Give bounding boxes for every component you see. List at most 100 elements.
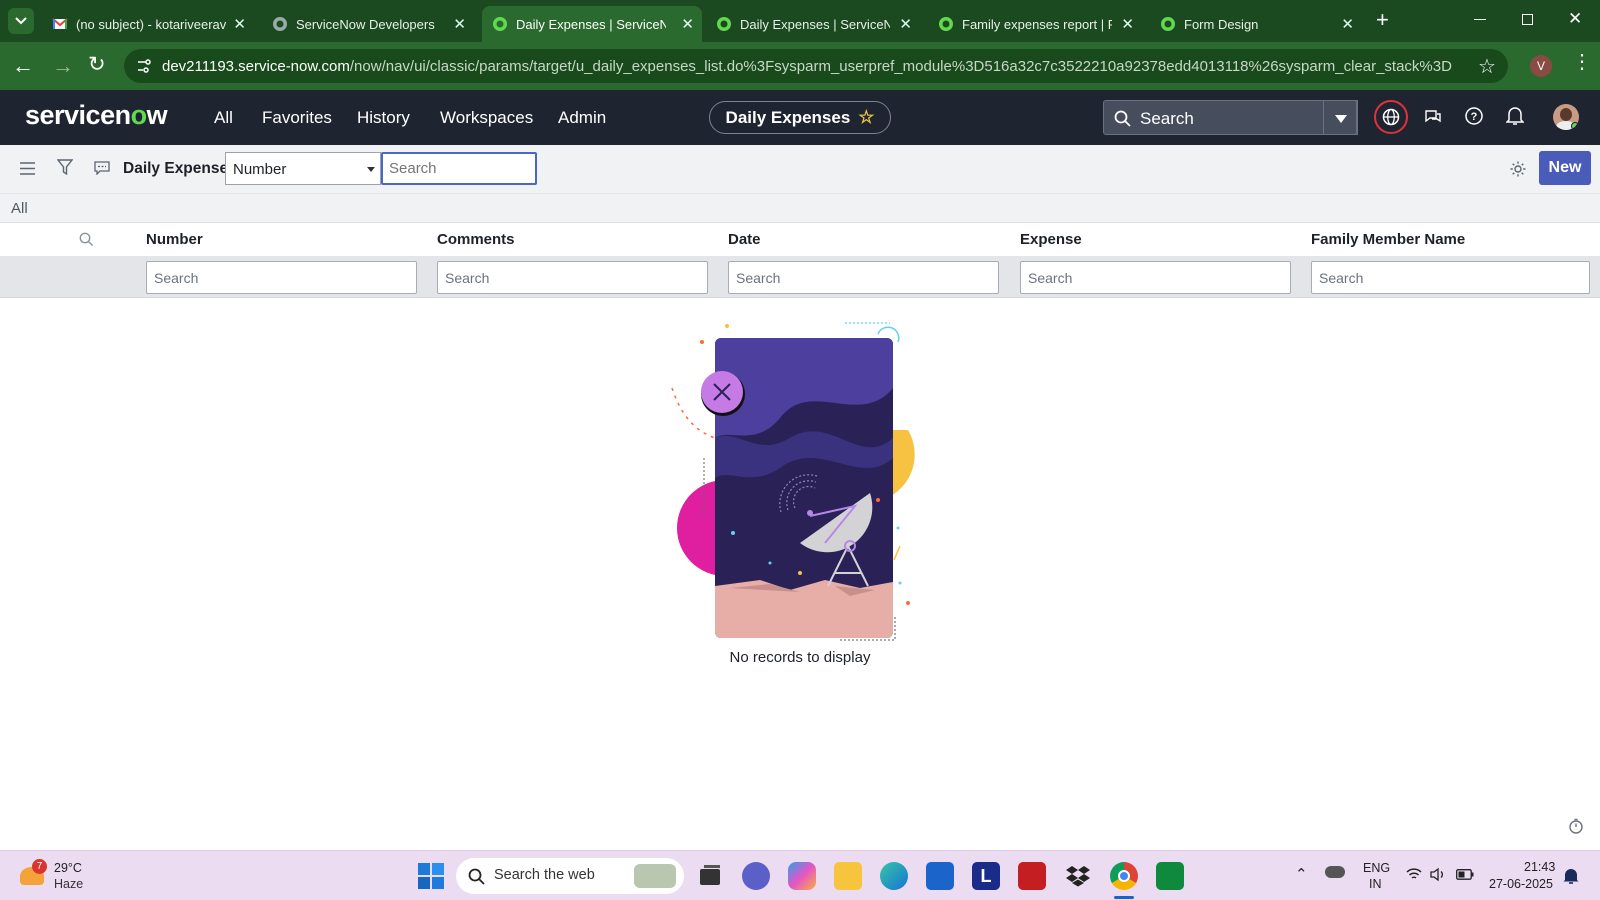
active-app-indicator xyxy=(1114,896,1134,899)
close-tab-icon[interactable]: ✕ xyxy=(1121,15,1134,33)
volume-icon[interactable] xyxy=(1430,867,1446,882)
column-header-number[interactable]: Number xyxy=(146,231,203,248)
browser-tab-daily-expenses-active[interactable]: Daily Expenses | ServiceNow ✕ xyxy=(482,6,702,42)
filter-icon[interactable] xyxy=(57,159,73,176)
servicenow-icon xyxy=(717,17,731,31)
filter-input-number[interactable]: Search xyxy=(146,261,417,294)
column-header-date[interactable]: Date xyxy=(728,231,761,248)
nav-admin[interactable]: Admin xyxy=(558,108,606,128)
field-select[interactable]: Number xyxy=(225,152,381,185)
notification-center-icon[interactable] xyxy=(1563,867,1579,885)
column-header-family-member-name[interactable]: Family Member Name xyxy=(1311,231,1465,248)
wifi-icon[interactable] xyxy=(1406,868,1422,881)
breadcrumb-all[interactable]: All xyxy=(11,200,28,217)
chat-icon[interactable] xyxy=(1424,108,1442,126)
url-path: /now/nav/ui/classic/params/target/u_dail… xyxy=(349,58,1452,75)
close-window-icon[interactable]: ✕ xyxy=(1568,9,1582,29)
forward-arrow-icon[interactable]: → xyxy=(52,53,74,79)
microsoft-store-icon[interactable] xyxy=(926,862,954,890)
reload-icon[interactable]: ↻ xyxy=(88,52,106,77)
nav-history[interactable]: History xyxy=(357,108,410,128)
servicenow-logo[interactable]: servicenow xyxy=(25,100,168,131)
search-icon xyxy=(468,868,485,885)
browser-menu-icon[interactable]: ⋮ xyxy=(1572,52,1592,72)
mcafee-icon[interactable] xyxy=(1018,862,1046,890)
chrome-icon[interactable] xyxy=(1110,862,1138,890)
hamburger-menu-icon[interactable] xyxy=(20,162,35,175)
onedrive-sync-icon[interactable] xyxy=(1325,866,1345,878)
breadcrumb: All xyxy=(0,193,1600,223)
close-tab-icon[interactable]: ✕ xyxy=(899,15,912,33)
user-avatar[interactable] xyxy=(1553,104,1579,130)
minimize-window-icon[interactable] xyxy=(1474,19,1486,20)
list-title: Daily Expenses xyxy=(123,160,237,177)
profile-avatar[interactable]: V xyxy=(1530,55,1552,77)
filter-placeholder: Search xyxy=(736,270,781,286)
nav-workspaces[interactable]: Workspaces xyxy=(440,108,533,128)
globe-icon[interactable] xyxy=(1374,100,1408,134)
task-view-icon[interactable] xyxy=(696,862,724,890)
svg-text:?: ? xyxy=(1471,111,1478,123)
search-highlight-image xyxy=(634,864,676,888)
address-bar[interactable]: dev211193.service-now.com/now/nav/ui/cla… xyxy=(124,49,1508,83)
language-indicator-line2[interactable]: IN xyxy=(1369,877,1382,891)
clock-date[interactable]: 27-06-2025 xyxy=(1489,877,1553,891)
field-select-value: Number xyxy=(233,161,287,178)
new-button[interactable]: New xyxy=(1539,151,1591,185)
filter-input-date[interactable]: Search xyxy=(728,261,999,294)
tab-title: Family expenses report | Re xyxy=(962,16,1112,32)
settings-gear-icon[interactable] xyxy=(1509,160,1527,178)
windows-start-icon[interactable] xyxy=(418,863,444,889)
nav-favorites[interactable]: Favorites xyxy=(262,108,332,128)
global-search-input[interactable]: Search xyxy=(1103,100,1358,135)
browser-tab-gmail[interactable]: (no subject) - kotariveerave ✕ xyxy=(42,6,254,42)
tab-title: ServiceNow Developers xyxy=(296,16,435,32)
dropbox-icon[interactable] xyxy=(1064,862,1092,890)
list-search-input[interactable] xyxy=(381,152,537,185)
l-app-icon[interactable]: L xyxy=(972,862,1000,890)
filter-input-family-member-name[interactable]: Search xyxy=(1311,261,1590,294)
tab-search-icon[interactable] xyxy=(8,8,34,34)
browser-tab-servicenow-developers[interactable]: ServiceNow Developers ✕ xyxy=(262,6,474,42)
edge-browser-icon[interactable] xyxy=(880,862,908,890)
filter-input-comments[interactable]: Search xyxy=(437,261,708,294)
browser-tab-form-design[interactable]: Form Design ✕ xyxy=(1150,6,1362,42)
url-text: dev211193.service-now.com/now/nav/ui/cla… xyxy=(162,58,1452,75)
browser-tab-family-expenses-report[interactable]: Family expenses report | Re ✕ xyxy=(928,6,1142,42)
filter-placeholder: Search xyxy=(1028,270,1073,286)
column-header-comments[interactable]: Comments xyxy=(437,231,515,248)
close-tab-icon[interactable]: ✕ xyxy=(453,15,466,33)
restore-window-icon[interactable] xyxy=(1522,14,1533,25)
help-icon[interactable]: ? xyxy=(1464,106,1484,126)
column-search-toggle-icon[interactable] xyxy=(79,232,94,247)
browser-tab-daily-expenses[interactable]: Daily Expenses | ServiceNow ✕ xyxy=(706,6,920,42)
bookmark-star-icon[interactable]: ☆ xyxy=(1478,54,1496,79)
empty-state-illustration xyxy=(671,322,915,641)
list-actions-icon[interactable] xyxy=(94,161,110,175)
site-settings-icon[interactable] xyxy=(136,58,152,74)
notifications-bell-icon[interactable] xyxy=(1506,106,1524,126)
copilot-icon[interactable] xyxy=(788,862,816,890)
column-header-expense[interactable]: Expense xyxy=(1020,231,1082,248)
favorite-star-icon[interactable]: ☆ xyxy=(858,107,874,128)
show-hidden-icons-chevron[interactable]: ⌃ xyxy=(1295,865,1308,883)
filter-input-expense[interactable]: Search xyxy=(1020,261,1291,294)
taskbar-search-box[interactable]: Search the web xyxy=(456,858,684,894)
nav-all[interactable]: All xyxy=(214,108,233,128)
context-title-pill[interactable]: Daily Expenses ☆ xyxy=(709,101,891,134)
weather-widget[interactable]: 7 29°C Haze xyxy=(18,859,128,893)
chart-app-icon[interactable] xyxy=(1156,862,1184,890)
response-time-icon[interactable] xyxy=(1568,818,1584,834)
battery-icon[interactable] xyxy=(1456,869,1474,880)
close-tab-icon[interactable]: ✕ xyxy=(681,15,694,33)
new-tab-button[interactable]: + xyxy=(1376,8,1389,32)
clock-time[interactable]: 21:43 xyxy=(1524,860,1555,874)
language-indicator-line1[interactable]: ENG xyxy=(1363,861,1390,875)
global-search-placeholder: Search xyxy=(1140,109,1194,128)
close-tab-icon[interactable]: ✕ xyxy=(1341,15,1354,33)
teams-chat-icon[interactable] xyxy=(742,862,770,890)
file-explorer-icon[interactable] xyxy=(834,862,862,890)
back-arrow-icon[interactable]: ← xyxy=(12,53,34,79)
close-tab-icon[interactable]: ✕ xyxy=(233,15,246,33)
search-scope-dropdown[interactable] xyxy=(1323,100,1357,135)
